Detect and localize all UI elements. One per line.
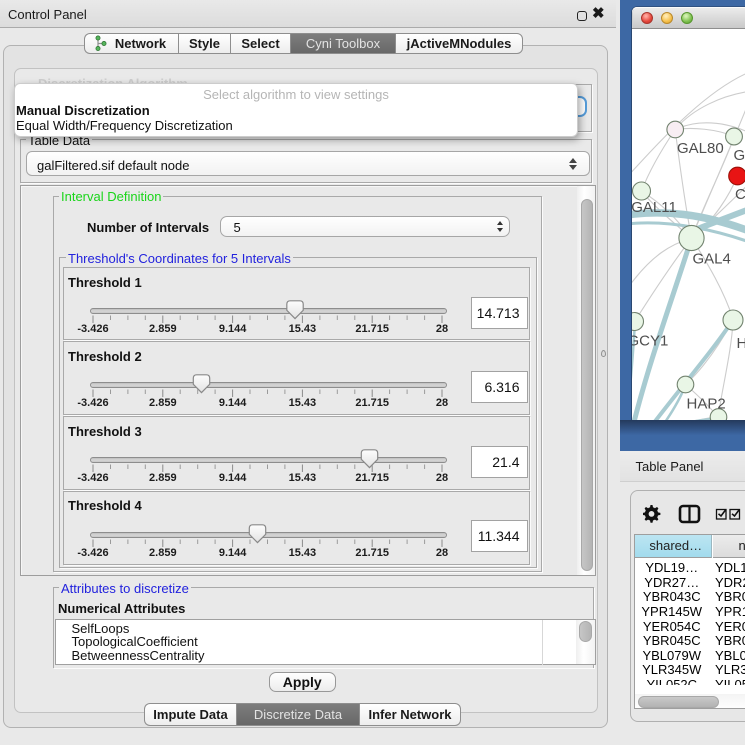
- svg-text:CO: CO: [735, 186, 745, 203]
- svg-text:GAL: GAL: [733, 147, 745, 164]
- svg-text:HA: HA: [736, 335, 745, 352]
- svg-text:GCY1: GCY1: [632, 332, 668, 349]
- svg-text:GAL4: GAL4: [692, 250, 730, 267]
- svg-text:GAL11: GAL11: [632, 199, 677, 216]
- svg-text:GAL80: GAL80: [677, 140, 724, 157]
- svg-text:HAP2: HAP2: [686, 395, 725, 412]
